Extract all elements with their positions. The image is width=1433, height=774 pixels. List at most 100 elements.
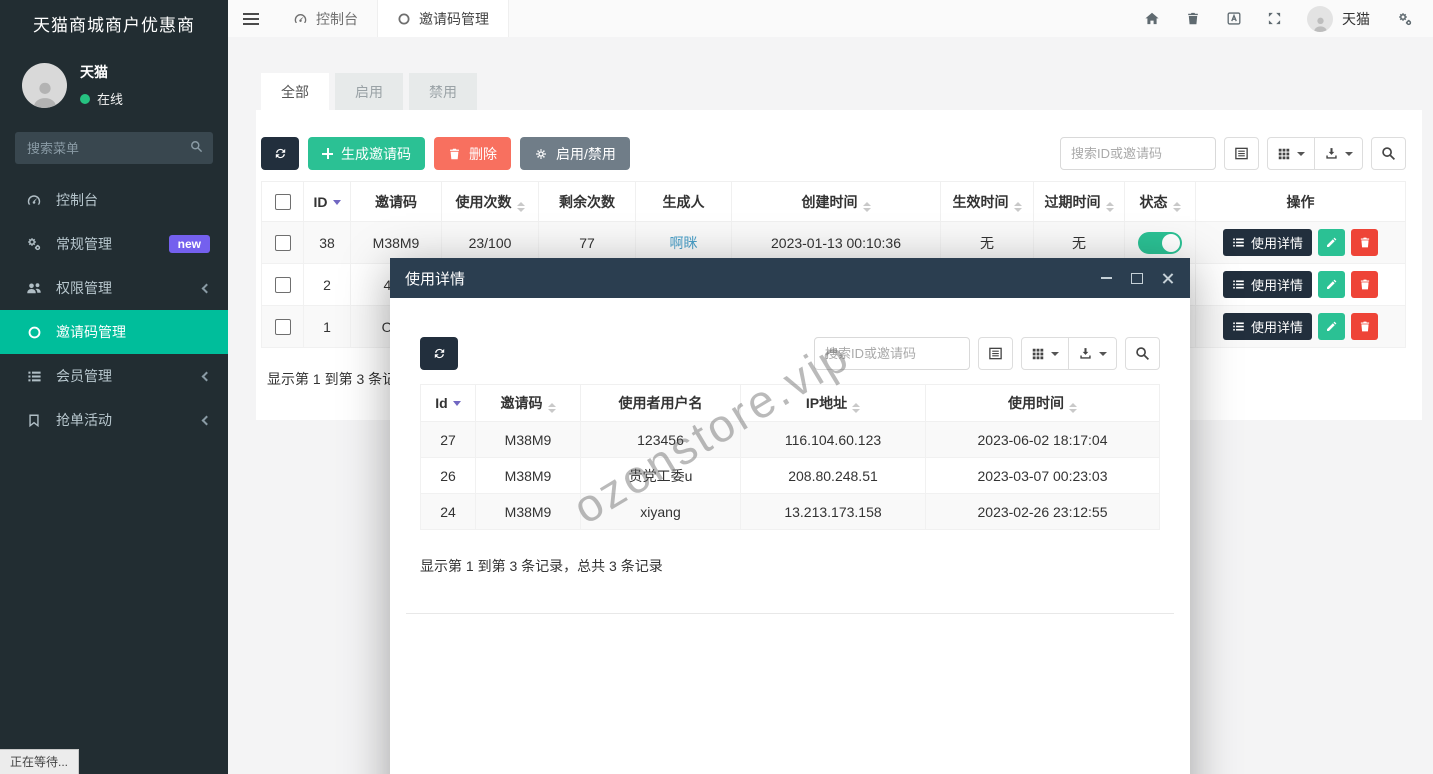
tab-invite-codes[interactable]: 邀请码管理 (377, 0, 509, 37)
trash-icon (1360, 237, 1369, 248)
table-row: 26 M38M9 贵党工委u 208.80.248.51 2023-03-07 … (420, 457, 1160, 494)
col-code: 邀请码 (350, 181, 442, 222)
status-toggle[interactable] (1138, 231, 1182, 254)
delete-row-button[interactable] (1351, 271, 1378, 298)
detail-view-button[interactable] (978, 337, 1013, 370)
columns-button[interactable] (1021, 337, 1069, 370)
sidebar-item-grab-orders[interactable]: 抢单活动 (0, 398, 228, 442)
creator-link[interactable]: 啊眯 (670, 235, 698, 251)
gear-icon[interactable] (1384, 11, 1425, 27)
edit-button[interactable] (1318, 229, 1345, 256)
cell-code: M38M9 (475, 457, 581, 494)
cell-username: xiyang (580, 493, 741, 530)
export-button[interactable] (1314, 137, 1363, 170)
cell-ip: 208.80.248.51 (740, 457, 926, 494)
row-checkbox[interactable] (274, 319, 291, 336)
table-search (1060, 137, 1216, 170)
filter-tabs: 全部 启用 禁用 (256, 73, 1422, 110)
col-effective[interactable]: 生效时间 (940, 181, 1034, 222)
window-controls (1099, 271, 1175, 285)
table-row: 24 M38M9 xiyang 13.213.173.158 2023-02-2… (420, 493, 1160, 530)
col-created[interactable]: 创建时间 (731, 181, 941, 222)
translate-icon[interactable] (1213, 11, 1254, 26)
delete-row-button[interactable] (1351, 313, 1378, 340)
pencil-icon (1327, 279, 1337, 289)
enable-disable-label: 启用/禁用 (556, 145, 616, 162)
list-icon (25, 369, 43, 384)
modal-view-group (1021, 337, 1117, 370)
col-expired[interactable]: 过期时间 (1033, 181, 1125, 222)
modal-title: 使用详情 (405, 270, 466, 288)
close-icon[interactable] (1161, 271, 1175, 285)
cell-actions: 使用详情 (1195, 305, 1406, 348)
cell-actions: 使用详情 (1195, 263, 1406, 306)
minimize-icon[interactable] (1099, 271, 1113, 285)
col-status[interactable]: 状态 (1124, 181, 1196, 222)
usage-detail-button[interactable]: 使用详情 (1222, 271, 1312, 298)
refresh-button[interactable] (420, 337, 458, 370)
trash-icon[interactable] (1172, 11, 1213, 26)
tab-console[interactable]: 控制台 (274, 0, 377, 37)
filter-tab-enabled[interactable]: 启用 (335, 73, 403, 110)
sort-icon (1069, 403, 1077, 413)
modal-search-input[interactable] (814, 337, 970, 370)
trash-icon (1360, 321, 1369, 332)
row-checkbox[interactable] (274, 235, 291, 252)
col-id[interactable]: Id (420, 384, 476, 422)
usage-detail-button[interactable]: 使用详情 (1222, 229, 1312, 256)
select-all-checkbox[interactable] (274, 194, 291, 211)
col-code[interactable]: 邀请码 (475, 384, 581, 422)
col-time[interactable]: 使用时间 (925, 384, 1160, 422)
usage-detail-button[interactable]: 使用详情 (1222, 313, 1312, 340)
sidebar-item-permissions[interactable]: 权限管理 (0, 266, 228, 310)
fullscreen-icon[interactable] (1254, 11, 1295, 26)
cell-username: 123456 (580, 421, 741, 458)
topbar-user-name[interactable]: 天猫 (1342, 9, 1370, 29)
edit-button[interactable] (1318, 313, 1345, 340)
app-title: 天猫商城商户优惠商 (33, 16, 195, 35)
detail-view-button[interactable] (1224, 137, 1259, 170)
sort-desc-icon (452, 401, 461, 406)
sidebar-item-invite-codes[interactable]: 邀请码管理 (0, 310, 228, 354)
maximize-icon[interactable] (1130, 271, 1144, 285)
tab-label: 邀请码管理 (419, 10, 489, 27)
table-search-input[interactable] (1060, 137, 1216, 170)
home-icon[interactable] (1131, 11, 1172, 26)
sidebar-item-console[interactable]: 控制台 (0, 178, 228, 222)
topbar-actions: 天猫 (1131, 0, 1433, 37)
person-icon (33, 82, 56, 108)
trash-icon (1360, 279, 1369, 290)
delete-row-button[interactable] (1351, 229, 1378, 256)
menu-search-input[interactable] (15, 132, 213, 164)
filter-tab-disabled[interactable]: 禁用 (409, 73, 477, 110)
toolbar-right (1060, 137, 1406, 170)
row-checkbox[interactable] (274, 277, 291, 294)
delete-button[interactable]: 删除 (434, 137, 511, 170)
sidebar-item-members[interactable]: 会员管理 (0, 354, 228, 398)
cell-id: 38 (303, 221, 351, 264)
col-used[interactable]: 使用次数 (441, 181, 539, 222)
edit-button[interactable] (1318, 271, 1345, 298)
gears-icon (25, 236, 43, 252)
filter-tab-all[interactable]: 全部 (261, 73, 329, 110)
sidebar-toggle-icon[interactable] (228, 0, 274, 37)
modal-header[interactable]: 使用详情 (390, 258, 1190, 298)
generate-code-label: 生成邀请码 (341, 145, 411, 162)
plus-icon (322, 148, 333, 159)
cell-ip: 13.213.173.158 (740, 493, 926, 530)
sidebar-item-general[interactable]: 常规管理 new (0, 222, 228, 266)
export-button[interactable] (1068, 337, 1117, 370)
enable-disable-button[interactable]: 启用/禁用 (520, 137, 630, 170)
cell-id: 26 (420, 457, 476, 494)
columns-button[interactable] (1267, 137, 1315, 170)
sort-icon (1172, 201, 1181, 212)
search-button[interactable] (1125, 337, 1160, 370)
generate-code-button[interactable]: 生成邀请码 (308, 137, 425, 170)
user-panel: 天猫 在线 (0, 52, 228, 120)
refresh-button[interactable] (261, 137, 299, 170)
col-id[interactable]: ID (303, 181, 351, 222)
col-ip[interactable]: IP地址 (740, 384, 926, 422)
search-icon[interactable] (190, 140, 203, 158)
search-button[interactable] (1371, 137, 1406, 170)
topbar-avatar[interactable] (1307, 5, 1333, 32)
